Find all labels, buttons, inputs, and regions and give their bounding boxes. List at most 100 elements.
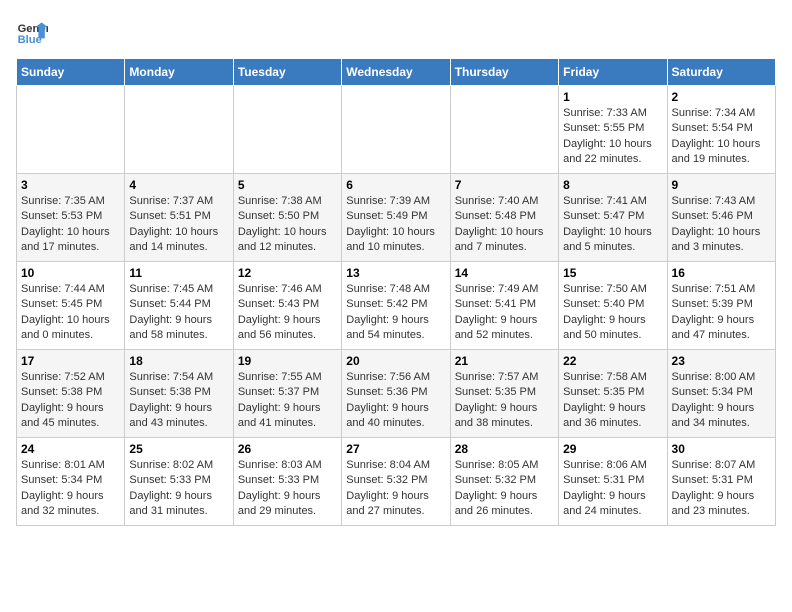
calendar-cell: 5Sunrise: 7:38 AMSunset: 5:50 PMDaylight… [233,174,341,262]
day-number: 29 [563,442,662,456]
day-info: Sunrise: 7:37 AMSunset: 5:51 PMDaylight:… [129,194,228,256]
day-info: Sunrise: 8:06 AMSunset: 5:31 PMDaylight:… [563,458,662,520]
calendar-cell: 18 Sunrise: 7:54 AMSunset: 5:38 PMDayligh… [125,350,233,438]
day-info: Sunrise: 7:34 AMSunset: 5:54 PMDaylight:… [672,106,771,168]
week-row-4: 17 Sunrise: 7:52 AMSunset: 5:38 PMDayligh… [17,350,776,438]
calendar-cell: 27 Sunrise: 8:04 AMSunset: 5:32 PMDayligh… [342,438,450,526]
week-row-2: 3 Sunrise: 7:35 AMSunset: 5:53 PMDaylight… [17,174,776,262]
day-number: 18 [129,354,228,368]
calendar-cell: 23 Sunrise: 8:00 AMSunset: 5:34 PMDayligh… [667,350,775,438]
calendar-cell [125,86,233,174]
day-number: 26 [238,442,337,456]
day-info: Sunrise: 7:43 AMSunset: 5:46 PMDaylight:… [672,194,771,256]
day-info: Sunrise: 7:58 AMSunset: 5:35 PMDaylight:… [563,370,662,432]
calendar-cell: 19 Sunrise: 7:55 AMSunset: 5:37 PMDayligh… [233,350,341,438]
calendar-cell [342,86,450,174]
calendar-cell [17,86,125,174]
day-info: Sunrise: 7:49 AMSunset: 5:41 PMDaylight:… [455,282,554,344]
day-info: Sunrise: 7:51 AMSunset: 5:39 PMDaylight:… [672,282,771,344]
weekday-header-friday: Friday [559,59,667,86]
day-info: Sunrise: 7:54 AMSunset: 5:38 PMDaylight:… [129,370,228,432]
calendar-cell: 21Sunrise: 7:57 AMSunset: 5:35 PMDayligh… [450,350,558,438]
day-number: 23 [672,354,771,368]
day-number: 7 [455,178,554,192]
weekday-header-saturday: Saturday [667,59,775,86]
day-number: 20 [346,354,445,368]
calendar-cell: 29 Sunrise: 8:06 AMSunset: 5:31 PMDayligh… [559,438,667,526]
day-number: 9 [672,178,771,192]
day-number: 15 [563,266,662,280]
logo: General Blue [16,16,48,48]
calendar-cell: 1Sunrise: 7:33 AMSunset: 5:55 PMDaylight… [559,86,667,174]
day-info: Sunrise: 7:41 AMSunset: 5:47 PMDaylight:… [563,194,662,256]
day-number: 30 [672,442,771,456]
calendar-cell: 22Sunrise: 7:58 AMSunset: 5:35 PMDayligh… [559,350,667,438]
day-info: Sunrise: 7:39 AMSunset: 5:49 PMDaylight:… [346,194,445,256]
calendar-cell: 7 Sunrise: 7:40 AMSunset: 5:48 PMDaylight… [450,174,558,262]
weekday-header-tuesday: Tuesday [233,59,341,86]
day-info: Sunrise: 7:50 AMSunset: 5:40 PMDaylight:… [563,282,662,344]
day-number: 8 [563,178,662,192]
day-number: 3 [21,178,120,192]
calendar-cell: 4 Sunrise: 7:37 AMSunset: 5:51 PMDaylight… [125,174,233,262]
day-number: 4 [129,178,228,192]
day-number: 5 [238,178,337,192]
weekday-header-wednesday: Wednesday [342,59,450,86]
week-row-5: 24 Sunrise: 8:01 AMSunset: 5:34 PMDayligh… [17,438,776,526]
day-number: 24 [21,442,120,456]
calendar-cell: 11 Sunrise: 7:45 AMSunset: 5:44 PMDayligh… [125,262,233,350]
day-info: Sunrise: 7:40 AMSunset: 5:48 PMDaylight:… [455,194,554,256]
day-number: 17 [21,354,120,368]
day-info: Sunrise: 7:55 AMSunset: 5:37 PMDaylight:… [238,370,337,432]
calendar-cell [450,86,558,174]
calendar-cell [233,86,341,174]
calendar-cell: 12Sunrise: 7:46 AMSunset: 5:43 PMDayligh… [233,262,341,350]
day-info: Sunrise: 8:01 AMSunset: 5:34 PMDaylight:… [21,458,120,520]
calendar-cell: 13 Sunrise: 7:48 AMSunset: 5:42 PMDayligh… [342,262,450,350]
day-number: 13 [346,266,445,280]
calendar-table: SundayMondayTuesdayWednesdayThursdayFrid… [16,58,776,526]
day-info: Sunrise: 7:52 AMSunset: 5:38 PMDaylight:… [21,370,120,432]
calendar-cell: 25 Sunrise: 8:02 AMSunset: 5:33 PMDayligh… [125,438,233,526]
day-info: Sunrise: 7:45 AMSunset: 5:44 PMDaylight:… [129,282,228,344]
day-info: Sunrise: 8:05 AMSunset: 5:32 PMDaylight:… [455,458,554,520]
calendar-cell: 14 Sunrise: 7:49 AMSunset: 5:41 PMDayligh… [450,262,558,350]
calendar-cell: 28Sunrise: 8:05 AMSunset: 5:32 PMDayligh… [450,438,558,526]
week-row-1: 1Sunrise: 7:33 AMSunset: 5:55 PMDaylight… [17,86,776,174]
calendar-cell: 10 Sunrise: 7:44 AMSunset: 5:45 PMDayligh… [17,262,125,350]
day-number: 12 [238,266,337,280]
svg-text:Blue: Blue [18,34,42,46]
day-number: 25 [129,442,228,456]
day-number: 14 [455,266,554,280]
calendar-cell: 30 Sunrise: 8:07 AMSunset: 5:31 PMDayligh… [667,438,775,526]
day-info: Sunrise: 7:48 AMSunset: 5:42 PMDaylight:… [346,282,445,344]
calendar-cell: 24 Sunrise: 8:01 AMSunset: 5:34 PMDayligh… [17,438,125,526]
calendar-cell: 9 Sunrise: 7:43 AMSunset: 5:46 PMDaylight… [667,174,775,262]
calendar-cell: 26 Sunrise: 8:03 AMSunset: 5:33 PMDayligh… [233,438,341,526]
day-number: 2 [672,90,771,104]
logo-icon: General Blue [16,16,48,48]
weekday-header-row: SundayMondayTuesdayWednesdayThursdayFrid… [17,59,776,86]
calendar-cell: 2 Sunrise: 7:34 AMSunset: 5:54 PMDaylight… [667,86,775,174]
day-number: 11 [129,266,228,280]
day-number: 6 [346,178,445,192]
day-number: 10 [21,266,120,280]
day-number: 16 [672,266,771,280]
day-info: Sunrise: 7:57 AMSunset: 5:35 PMDaylight:… [455,370,554,432]
day-info: Sunrise: 7:44 AMSunset: 5:45 PMDaylight:… [21,282,120,344]
day-info: Sunrise: 8:03 AMSunset: 5:33 PMDaylight:… [238,458,337,520]
day-number: 19 [238,354,337,368]
day-number: 27 [346,442,445,456]
day-info: Sunrise: 8:07 AMSunset: 5:31 PMDaylight:… [672,458,771,520]
day-info: Sunrise: 8:04 AMSunset: 5:32 PMDaylight:… [346,458,445,520]
calendar-cell: 8 Sunrise: 7:41 AMSunset: 5:47 PMDaylight… [559,174,667,262]
calendar-cell: 3 Sunrise: 7:35 AMSunset: 5:53 PMDaylight… [17,174,125,262]
calendar-cell: 15 Sunrise: 7:50 AMSunset: 5:40 PMDayligh… [559,262,667,350]
calendar-cell: 20Sunrise: 7:56 AMSunset: 5:36 PMDayligh… [342,350,450,438]
day-info: Sunrise: 7:35 AMSunset: 5:53 PMDaylight:… [21,194,120,256]
weekday-header-sunday: Sunday [17,59,125,86]
day-info: Sunrise: 8:00 AMSunset: 5:34 PMDaylight:… [672,370,771,432]
calendar-cell: 6 Sunrise: 7:39 AMSunset: 5:49 PMDaylight… [342,174,450,262]
calendar-cell: 16 Sunrise: 7:51 AMSunset: 5:39 PMDayligh… [667,262,775,350]
day-info: Sunrise: 8:02 AMSunset: 5:33 PMDaylight:… [129,458,228,520]
